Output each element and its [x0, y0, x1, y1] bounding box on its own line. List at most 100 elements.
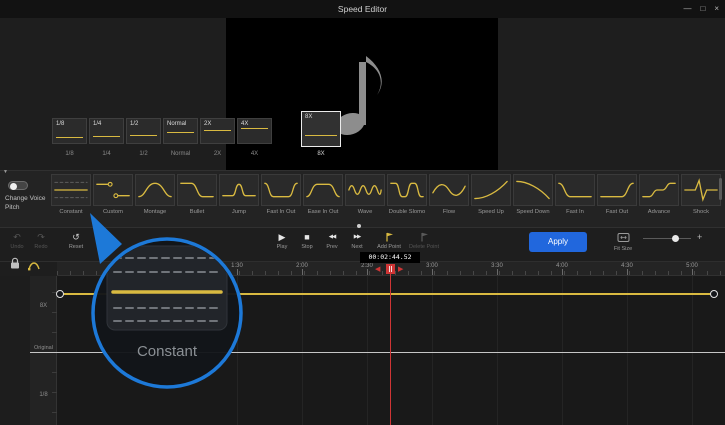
voice-pitch-toggle[interactable]	[8, 181, 28, 190]
step-forward-icon[interactable]: ▶	[398, 265, 403, 273]
play-icon: ▶	[279, 232, 286, 242]
redo-icon: ↷	[37, 232, 45, 242]
speed-editor-window: Speed Editor — □ × 1/8 1/4 1/2 Normal 2X…	[0, 0, 725, 425]
speed-preset-8x-selected[interactable]: 8X	[301, 111, 341, 147]
callout-thumbnail	[107, 246, 227, 330]
strip-scroll-indicator[interactable]	[357, 224, 361, 228]
speed-preset-4x[interactable]: 4X	[237, 118, 272, 144]
curve-thumbnail	[471, 174, 511, 206]
curve-thumbnail	[429, 174, 469, 206]
curve-mode-button[interactable]	[27, 258, 41, 276]
scale-label-middle: Original	[30, 345, 57, 351]
maximize-icon[interactable]: □	[700, 0, 705, 18]
curve-thumbnail	[345, 174, 385, 206]
curve-preset-wave[interactable]: Wave	[345, 174, 385, 215]
add-point-flag-icon	[385, 232, 394, 242]
speed-preset-2x[interactable]: 2X	[200, 118, 235, 144]
speed-curve-end-handle[interactable]	[710, 290, 718, 298]
stop-button[interactable]: ■ Stop	[296, 232, 318, 250]
playhead-handle[interactable]	[386, 264, 395, 274]
curve-preset-shock[interactable]: Shock	[681, 174, 721, 215]
curve-thumbnail	[555, 174, 595, 206]
ruler-tick	[367, 269, 368, 275]
delete-point-button[interactable]: Delete Point	[406, 232, 442, 250]
undo-icon: ↶	[13, 232, 21, 242]
gridline	[562, 276, 563, 425]
timeline-corner	[0, 276, 30, 425]
delete-point-flag-icon	[420, 232, 429, 242]
curve-preset-advance[interactable]: Advance	[639, 174, 679, 215]
voice-pitch-label: Change Voice Pitch	[5, 194, 47, 213]
next-icon: ▶▶	[354, 232, 360, 242]
gridline	[302, 276, 303, 425]
ruler-tick	[692, 269, 693, 275]
speed-line-glyph	[305, 135, 337, 137]
curve-thumbnail	[681, 174, 721, 206]
ruler-tick	[497, 269, 498, 275]
stop-icon: ■	[304, 232, 309, 242]
toggle-knob	[10, 183, 17, 190]
speed-line-glyph	[93, 136, 120, 138]
lock-icon	[9, 256, 21, 270]
ruler-tick	[627, 269, 628, 275]
speed-line-glyph	[130, 135, 157, 137]
fit-size-slider-knob[interactable]	[672, 235, 679, 242]
speed-line-glyph	[204, 130, 231, 132]
curve-thumbnail	[513, 174, 553, 206]
speed-caption: 2X	[200, 151, 235, 157]
gridline	[432, 276, 433, 425]
lock-button[interactable]	[9, 256, 21, 275]
next-point-button[interactable]: ▶▶ Next	[346, 232, 368, 250]
gridline	[497, 276, 498, 425]
collapse-arrow-icon[interactable]: ▼	[3, 169, 8, 175]
video-preview	[226, 18, 498, 170]
curve-thumbnail	[303, 174, 343, 206]
ruler-tick	[432, 269, 433, 275]
apply-button[interactable]: Apply	[529, 232, 587, 252]
speed-caption: 1/8	[52, 151, 87, 157]
curve-thumbnail	[639, 174, 679, 206]
speed-line-glyph	[241, 128, 268, 130]
prev-point-button[interactable]: ◀◀ Prev	[321, 232, 343, 250]
callout-label: Constant	[137, 343, 198, 360]
minimize-icon[interactable]: —	[683, 0, 691, 18]
step-back-icon[interactable]: ◀	[375, 265, 380, 273]
gridline	[627, 276, 628, 425]
curve-preset-speed-up[interactable]: Speed Up	[471, 174, 511, 215]
ruler-tick	[302, 269, 303, 275]
fit-size-label: Fit Size	[608, 246, 638, 252]
curve-preset-double-slomo[interactable]: Double Slomo	[387, 174, 427, 215]
speed-preset-1-4[interactable]: 1/4	[89, 118, 124, 144]
curve-preset-fast-in[interactable]: Fast In	[555, 174, 595, 215]
redo-button[interactable]: ↷ Redo	[30, 232, 52, 250]
strip-scrollbar[interactable]	[719, 178, 722, 200]
gridline	[692, 276, 693, 425]
playhead-line[interactable]	[390, 274, 391, 425]
zoom-in-icon[interactable]: +	[697, 232, 702, 242]
window-controls: — □ ×	[683, 0, 719, 18]
speed-preset-1-2[interactable]: 1/2	[126, 118, 161, 144]
speed-line-glyph	[167, 132, 194, 134]
speed-preset-1-8[interactable]: 1/8	[52, 118, 87, 144]
undo-button[interactable]: ↶ Undo	[6, 232, 28, 250]
titlebar: Speed Editor — □ ×	[0, 0, 725, 18]
curve-preset-fast-out[interactable]: Fast Out	[597, 174, 637, 215]
window-title: Speed Editor	[0, 0, 725, 18]
speed-caption: 1/4	[89, 151, 124, 157]
close-icon[interactable]: ×	[714, 0, 719, 18]
curve-preset-ease-in-out[interactable]: Ease In Out	[303, 174, 343, 215]
prev-icon: ◀◀	[329, 232, 335, 242]
speed-caption: 8X	[301, 151, 341, 157]
speed-caption: 4X	[237, 151, 272, 157]
add-point-button[interactable]: Add Point	[374, 232, 404, 250]
curve-preset-speed-down[interactable]: Speed Down	[513, 174, 553, 215]
fit-size-slider[interactable]	[643, 238, 691, 239]
scale-label-top: 8X	[30, 303, 57, 309]
curve-thumbnail	[597, 174, 637, 206]
gridline	[367, 276, 368, 425]
speed-preset-normal[interactable]: Normal	[163, 118, 198, 144]
curve-mode-icon	[27, 259, 41, 271]
speed-caption: Normal	[163, 151, 198, 157]
zoom-callout: Constant	[58, 200, 278, 415]
curve-preset-flow[interactable]: Flow	[429, 174, 469, 215]
